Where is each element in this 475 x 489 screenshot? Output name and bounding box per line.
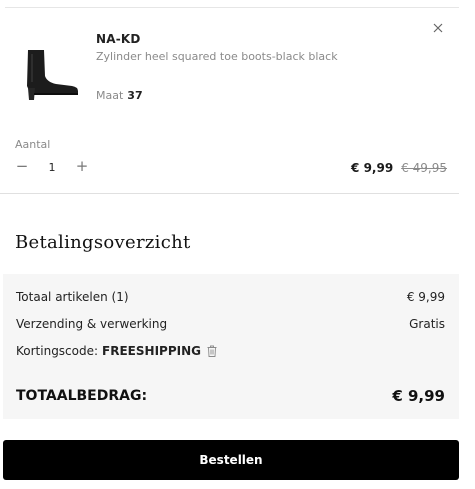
total-value: € 9,99: [392, 387, 445, 405]
item-price: € 9,99 € 49,95: [351, 161, 447, 175]
items-total-value: € 9,99: [406, 290, 445, 304]
quantity-value: 1: [48, 161, 56, 174]
total-label: TOTAALBEDRAG:: [16, 388, 148, 404]
shipping-value: Gratis: [409, 317, 445, 331]
current-price: € 9,99: [351, 161, 394, 175]
payment-summary-panel: Totaal artikelen (1) € 9,99 Verzending &…: [3, 274, 459, 419]
quantity-label: Aantal: [15, 138, 51, 151]
section-divider: [0, 193, 459, 194]
discount-code-value: FREESHIPPING: [102, 344, 201, 358]
quantity-decrease-button[interactable]: −: [14, 158, 30, 174]
product-brand[interactable]: NA-KD: [96, 32, 141, 46]
discount-code-label: Kortingscode:: [16, 344, 99, 358]
original-price: € 49,95: [401, 161, 447, 175]
quantity-increase-button[interactable]: +: [74, 158, 90, 174]
product-image[interactable]: [14, 42, 82, 104]
summary-title: Betalingsoverzicht: [15, 232, 191, 253]
product-size: Maat 37: [96, 89, 143, 102]
shipping-label: Verzending & verwerking: [16, 317, 168, 331]
summary-row-items: Totaal artikelen (1) € 9,99: [16, 290, 445, 304]
items-total-label: Totaal artikelen (1): [16, 290, 129, 304]
size-value: 37: [127, 89, 143, 102]
summary-row-discount-code: Kortingscode: FREESHIPPING: [16, 344, 445, 358]
close-icon: [433, 23, 443, 33]
order-button[interactable]: Bestellen: [3, 440, 459, 480]
remove-discount-button[interactable]: [207, 345, 217, 357]
black-ankle-boot-icon: [27, 50, 78, 100]
product-name[interactable]: Zylinder heel squared toe boots-black bl…: [96, 50, 338, 63]
size-label: Maat: [96, 89, 124, 102]
trash-icon: [207, 345, 217, 357]
summary-row-shipping: Verzending & verwerking Gratis: [16, 317, 445, 331]
top-divider: [5, 7, 459, 8]
summary-row-total: TOTAALBEDRAG: € 9,99: [16, 387, 445, 405]
remove-item-button[interactable]: [430, 20, 446, 36]
